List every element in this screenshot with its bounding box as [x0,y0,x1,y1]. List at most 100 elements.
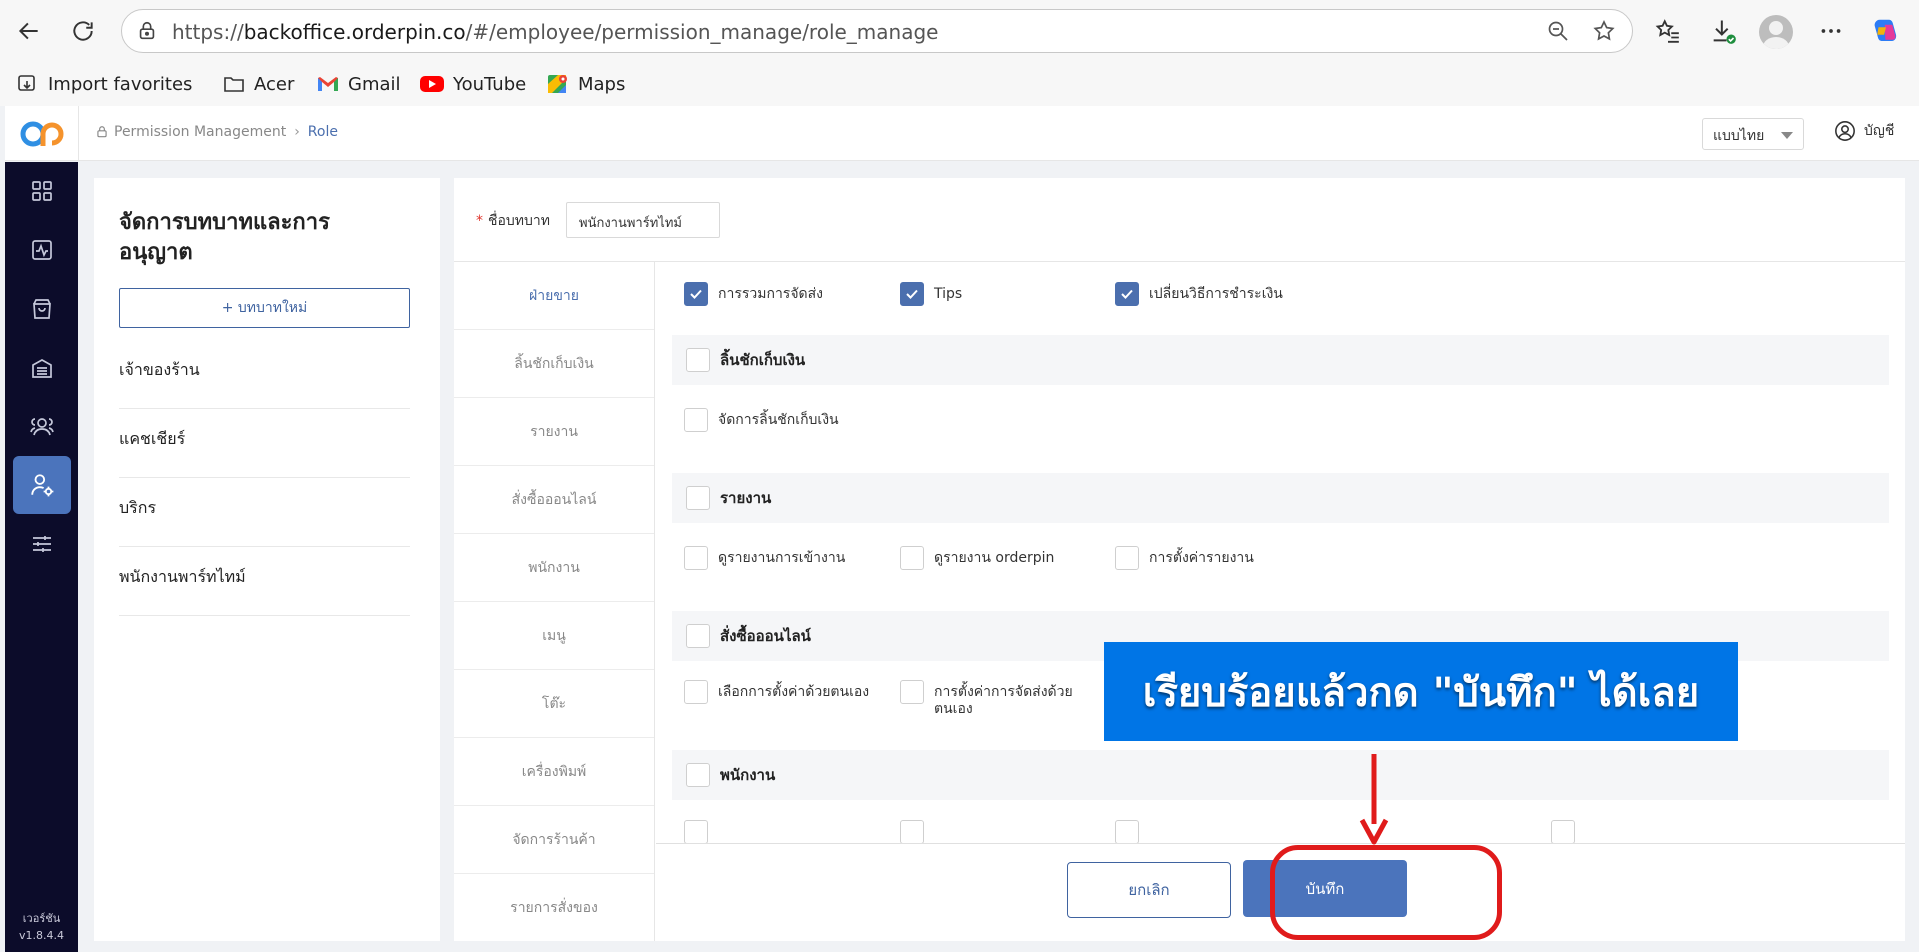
role-item-cashier[interactable]: แคชเชียร์ [119,409,410,478]
checkbox[interactable] [684,680,708,704]
checkbox[interactable] [684,282,708,306]
permission-merge-delivery[interactable]: การรวมการจัดส่ง [684,282,823,306]
more-menu-icon[interactable] [1812,12,1850,50]
permission-orderpin-report[interactable]: ดูรายงาน orderpin [900,546,1054,570]
language-select[interactable]: แบบไทย [1702,118,1804,150]
permission-label: เลือกการตั้งค่าด้วยตนเอง [718,684,870,700]
tab-sales[interactable]: ฝ่ายขาย [454,262,654,330]
refresh-icon[interactable] [64,12,102,50]
checkbox[interactable] [686,348,710,372]
breadcrumb: Permission Management › Role [95,124,338,140]
checkbox[interactable] [686,624,710,648]
nav-settings[interactable] [13,515,71,573]
role-name-input[interactable]: พนักงานพาร์ทไทม์ [566,202,720,238]
bookmark-youtube[interactable]: YouTube [419,70,526,98]
checkbox[interactable] [900,680,924,704]
app-header: Permission Management › Role แบบไทย บัญช… [5,106,1919,161]
permission-staff-partial[interactable] [1551,820,1585,843]
new-role-button[interactable]: + บทบาทใหม่ [119,288,410,328]
side-nav: เวอร์ชัน v1.8.4.4 [5,162,78,952]
tab-printers[interactable]: เครื่องพิมพ์ [454,738,654,806]
youtube-icon [420,76,444,92]
nav-dashboard[interactable] [13,162,71,220]
checkbox[interactable] [684,408,708,432]
downloads-icon[interactable] [1704,12,1742,50]
permission-staff-partial[interactable] [1115,820,1149,843]
permission-staff-partial[interactable] [900,820,934,843]
checkbox[interactable] [900,546,924,570]
tab-online-orders[interactable]: สั่งซื้อออนไลน์ [454,466,654,534]
bookmark-acer[interactable]: Acer [222,70,294,98]
nav-customers[interactable] [13,398,71,456]
nav-orders[interactable] [13,280,71,338]
role-item-owner[interactable]: เจ้าของร้าน [119,340,410,409]
section-cash-drawer[interactable]: ลิ้นชักเก็บเงิน [672,335,1889,385]
bookmark-label: Acer [254,73,295,95]
role-item-part-time[interactable]: พนักงานพาร์ทไทม์ [119,547,410,616]
favorites-list-icon[interactable] [1649,12,1687,50]
breadcrumb-permission-management[interactable]: Permission Management [114,124,286,140]
tab-menu[interactable]: เมนู [454,602,654,670]
bookmark-maps[interactable]: Maps [546,70,625,98]
permission-self-delivery-settings[interactable]: การตั้งค่าการจัดส่งด้วยตนเอง [900,680,1080,718]
check-icon [906,289,918,299]
checkbox[interactable] [686,486,710,510]
back-icon[interactable] [10,12,48,50]
tab-reports[interactable]: รายงาน [454,398,654,466]
bookmark-gmail[interactable]: Gmail [316,70,401,98]
nav-analytics[interactable] [13,221,71,279]
zoom-out-icon[interactable] [1546,19,1570,47]
tab-store-management[interactable]: จัดการร้านค้า [454,806,654,874]
checkbox[interactable] [900,282,924,306]
permission-label: เปลี่ยนวิธีการชำระเงิน [1149,286,1283,302]
permission-label: การตั้งค่าการจัดส่งด้วยตนเอง [934,684,1073,717]
checkbox[interactable] [686,763,710,787]
section-reports[interactable]: รายงาน [672,473,1889,523]
bookmark-import-favorites[interactable]: Import favorites [16,70,192,98]
section-title: ลิ้นชักเก็บเงิน [720,351,806,369]
copilot-icon[interactable] [1867,12,1905,50]
favorite-star-icon[interactable] [1592,19,1616,47]
tab-cash-drawer[interactable]: ลิ้นชักเก็บเงิน [454,330,654,398]
role-item-waiter[interactable]: บริกร [119,478,410,547]
checkbox[interactable] [1115,282,1139,306]
checkbox[interactable] [1115,546,1139,570]
url-text[interactable]: https://backoffice.orderpin.co/#/employe… [172,20,938,44]
permission-report-settings[interactable]: การตั้งค่ารายงาน [1115,546,1254,570]
section-title: รายงาน [720,489,772,507]
address-bar[interactable]: https://backoffice.orderpin.co/#/employe… [121,9,1633,53]
checkbox[interactable] [684,820,708,843]
gmail-icon [318,77,338,91]
checkbox[interactable] [684,546,708,570]
permission-attendance-report[interactable]: ดูรายงานการเข้างาน [684,546,845,570]
building-icon [32,359,52,378]
checkbox[interactable] [900,820,924,843]
permission-list: การรวมการจัดส่ง Tips เปลี่ยนวิธีการชำระเ… [656,262,1905,843]
permission-change-payment-method[interactable]: เปลี่ยนวิธีการชำระเงิน [1115,282,1283,306]
permission-self-settings[interactable]: เลือกการตั้งค่าด้วยตนเอง [684,680,869,704]
profile-avatar[interactable] [1759,15,1793,49]
breadcrumb-role[interactable]: Role [308,124,338,140]
checkbox[interactable] [1115,820,1139,843]
bookmarks-bar: Import favorites Acer Gmail YouTube Maps [0,62,1919,106]
account-label: บัญชี [1864,123,1895,139]
orderpin-logo[interactable] [5,106,79,161]
account-menu[interactable]: บัญชี [1834,120,1894,142]
checkbox[interactable] [1551,820,1575,843]
permission-manage-cash-drawer[interactable]: จัดการลิ้นชักเก็บเงิน [684,408,839,432]
permission-label: จัดการลิ้นชักเก็บเงิน [718,412,839,428]
tab-order-list[interactable]: รายการสั่งของ [454,874,654,941]
permission-staff-partial[interactable] [684,820,718,843]
section-staff[interactable]: พนักงาน [672,750,1889,800]
cancel-button[interactable]: ยกเลิก [1067,862,1231,918]
permission-tabs: ฝ่ายขาย ลิ้นชักเก็บเงิน รายงาน สั่งซื้ออ… [454,262,655,941]
lock-icon[interactable] [136,20,158,46]
nav-store[interactable] [13,339,71,397]
tab-staff[interactable]: พนักงาน [454,534,654,602]
tab-tables[interactable]: โต๊ะ [454,670,654,738]
permission-tips[interactable]: Tips [900,282,962,306]
check-icon [1121,289,1133,299]
bookmark-label: YouTube [453,73,527,95]
section-title: พนักงาน [720,766,776,784]
nav-employee-permissions[interactable] [13,456,71,514]
